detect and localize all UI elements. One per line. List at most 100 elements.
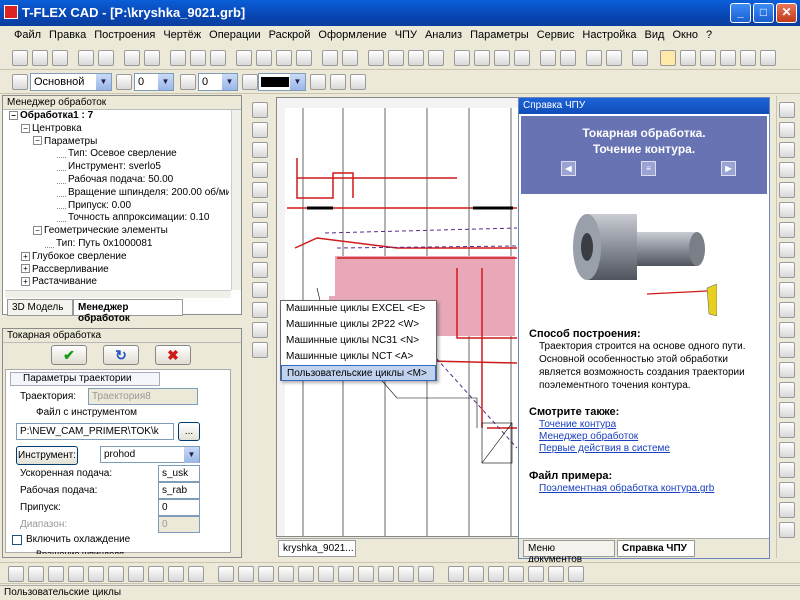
snap-tool-18-icon[interactable] xyxy=(358,566,374,582)
snap-tool-10-icon[interactable] xyxy=(188,566,204,582)
priority-icon[interactable] xyxy=(180,74,196,90)
menu-design[interactable]: Оформление xyxy=(314,26,390,44)
snap-tool-21-icon[interactable] xyxy=(418,566,434,582)
snap-tool-17-icon[interactable] xyxy=(338,566,354,582)
window-layout6-icon[interactable] xyxy=(760,50,776,66)
menu-parameters[interactable]: Параметры xyxy=(466,26,533,44)
text-icon[interactable] xyxy=(276,50,292,66)
menu-settings[interactable]: Настройка xyxy=(578,26,640,44)
milling-icon[interactable] xyxy=(474,50,490,66)
cnc-tool-5-icon[interactable] xyxy=(252,182,268,198)
copy-icon[interactable] xyxy=(144,50,160,66)
snap-tool-3-icon[interactable] xyxy=(48,566,64,582)
minimize-button[interactable]: _ xyxy=(730,3,751,23)
snap-tool-4-icon[interactable] xyxy=(68,566,84,582)
attach-icon[interactable] xyxy=(540,50,556,66)
cnc-tool-6-icon[interactable] xyxy=(252,202,268,218)
chevron-down-icon[interactable]: ▼ xyxy=(184,447,199,463)
menu-view[interactable]: Вид xyxy=(641,26,669,44)
snap-tool-11-icon[interactable] xyxy=(218,566,234,582)
snap-tool-28-icon[interactable] xyxy=(568,566,584,582)
circle-icon[interactable] xyxy=(210,50,226,66)
view-tool-2-icon[interactable] xyxy=(779,122,795,138)
expand-icon[interactable]: + xyxy=(21,251,30,261)
line-type-icon[interactable] xyxy=(310,74,326,90)
line-icon[interactable] xyxy=(170,50,186,66)
color-icon[interactable] xyxy=(242,74,258,90)
menu-cnc[interactable]: ЧПУ xyxy=(391,26,421,44)
tree-vscroll[interactable] xyxy=(231,110,241,290)
expand-icon[interactable]: + xyxy=(21,277,30,287)
menu-item-nct-cycles[interactable]: Машинные циклы NCT <A> xyxy=(281,349,436,365)
snap-tool-27-icon[interactable] xyxy=(548,566,564,582)
variables-icon[interactable] xyxy=(342,50,358,66)
menu-help[interactable]: ? xyxy=(702,26,716,44)
cut-icon[interactable] xyxy=(124,50,140,66)
link-first-steps[interactable]: Первые действия в системе xyxy=(539,443,759,455)
view-icon[interactable] xyxy=(296,50,312,66)
view-tool-15-icon[interactable] xyxy=(779,382,795,398)
snap-tool-25-icon[interactable] xyxy=(508,566,524,582)
chevron-down-icon[interactable]: ▼ xyxy=(158,74,173,90)
tree-node[interactable]: Инструмент: sverlo5 xyxy=(5,161,229,174)
tree-node[interactable]: − Геометрические элементы xyxy=(5,225,229,238)
window-layout-icon[interactable] xyxy=(660,50,676,66)
view-tool-9-icon[interactable] xyxy=(779,262,795,278)
tree-node[interactable]: + Рассверливание xyxy=(5,264,229,277)
work-feed-field[interactable]: s_rab xyxy=(158,482,200,499)
browse-button[interactable]: ... xyxy=(178,422,200,441)
next-arrow-icon[interactable]: ▶ xyxy=(721,161,736,176)
close-button[interactable]: ✕ xyxy=(776,3,797,23)
tree-node[interactable]: Вращение шпинделя: 200.00 об/мин xyxy=(5,187,229,200)
toolpath-icon[interactable] xyxy=(454,50,470,66)
chevron-down-icon[interactable]: ▼ xyxy=(96,74,111,90)
save-icon[interactable] xyxy=(52,50,68,66)
view-tool-7-icon[interactable] xyxy=(779,222,795,238)
menu-file[interactable]: Файл xyxy=(0,26,45,44)
expand-icon[interactable]: − xyxy=(9,110,18,120)
expand-icon[interactable]: + xyxy=(21,264,30,274)
tree-node[interactable]: Тип: Путь 0x1000081 xyxy=(5,238,229,251)
tree-node[interactable]: − Параметры xyxy=(5,136,229,149)
cnc-tool-13-icon[interactable] xyxy=(252,342,268,358)
tab-operations-manager[interactable]: Менеджер обработок xyxy=(73,299,183,324)
view-tool-10-icon[interactable] xyxy=(779,282,795,298)
tree-node[interactable]: − Обработка1 : 7 xyxy=(5,110,229,123)
cnc-tool-10-icon[interactable] xyxy=(252,282,268,298)
snap-tool-14-icon[interactable] xyxy=(278,566,294,582)
menu-item-excel-cycles[interactable]: Машинные циклы EXCEL <E> xyxy=(281,301,436,317)
window-layout2-icon[interactable] xyxy=(680,50,696,66)
tab-cnc-help[interactable]: Справка ЧПУ xyxy=(617,540,695,557)
tool-file-field[interactable]: P:\NEW_CAM_PRIMER\TOK\k xyxy=(16,423,174,440)
snap-tool-13-icon[interactable] xyxy=(258,566,274,582)
view-tool-11-icon[interactable] xyxy=(779,302,795,318)
pan-icon[interactable] xyxy=(632,50,648,66)
view-tool-17-icon[interactable] xyxy=(779,422,795,438)
cnc-tool-4-icon[interactable] xyxy=(252,162,268,178)
fast-feed-field[interactable]: s_usk xyxy=(158,465,200,482)
polyline-icon[interactable] xyxy=(190,50,206,66)
open-icon[interactable] xyxy=(32,50,48,66)
tree-node[interactable]: + Глубокое сверление xyxy=(5,251,229,264)
window-layout3-icon[interactable] xyxy=(700,50,716,66)
menu-service[interactable]: Сервис xyxy=(533,26,579,44)
style-combo[interactable]: 0 ▼ xyxy=(198,73,238,91)
tree-node[interactable]: Припуск: 0.00 xyxy=(5,200,229,213)
link-example-file[interactable]: Поэлементная обработка контура.grb xyxy=(539,483,759,495)
view-tool-8-icon[interactable] xyxy=(779,242,795,258)
menu-drawing[interactable]: Чертёж xyxy=(159,26,205,44)
export-icon[interactable] xyxy=(560,50,576,66)
zoom-window-icon[interactable] xyxy=(586,50,602,66)
snap-tool-8-icon[interactable] xyxy=(148,566,164,582)
snap-tool-19-icon[interactable] xyxy=(378,566,394,582)
expand-icon[interactable]: − xyxy=(33,136,42,146)
cnc-tool-12-icon[interactable] xyxy=(252,322,268,338)
contents-icon[interactable]: ≡ xyxy=(641,161,656,176)
tree-node[interactable]: Точность аппроксимации: 0.10 xyxy=(5,212,229,225)
link-contour-turning[interactable]: Точение контура xyxy=(539,419,759,431)
menu-edit[interactable]: Правка xyxy=(45,26,90,44)
fragment-icon[interactable] xyxy=(322,50,338,66)
expand-icon[interactable]: − xyxy=(21,123,30,133)
drilling-icon[interactable] xyxy=(494,50,510,66)
tool-button[interactable]: Инструмент: xyxy=(16,446,78,465)
